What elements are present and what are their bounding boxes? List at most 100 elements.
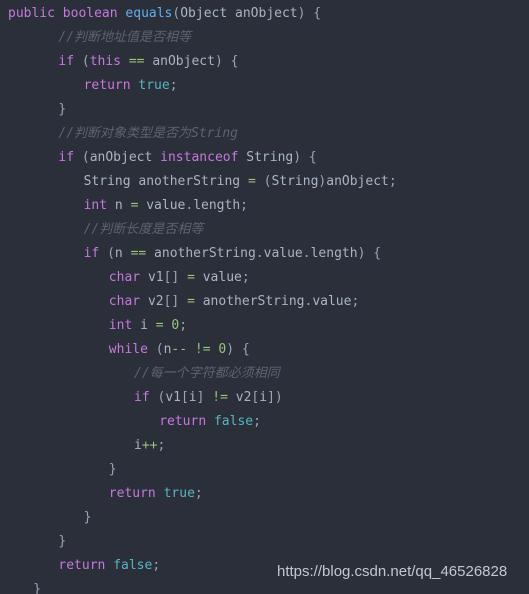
code-token-cmt: //判断长度是否相等 [83,222,204,237]
code-line: i++; [0,434,529,458]
code-token-var: anObject [235,6,298,21]
code-token-op: ++ [141,438,158,453]
code-token-var: n [114,246,123,261]
code-token-var [195,294,203,309]
code-token-punc: { [308,150,317,165]
code-token-punc: { [313,6,322,21]
code-token-var [140,294,148,309]
code-token-typ: String [271,174,319,189]
code-line: //判断地址值是否相等 [0,26,529,50]
code-token-var [227,6,235,21]
code-token-kw: boolean [62,6,118,21]
code-token-typ: String [83,174,131,189]
code-token-punc: ; [351,294,360,309]
code-token-kw: return [108,486,156,501]
code-token-var: anotherString [202,294,305,309]
code-token-var [156,486,164,501]
code-token-cmt: //判断对象类型是否为String [58,126,239,141]
code-token-punc: { [373,246,382,261]
code-token-var: anotherString [138,174,241,189]
code-token-var [140,270,148,285]
code-token-punc: } [33,582,42,594]
code-token-kw: if [58,150,75,165]
code-line: //判断对象类型是否为String [0,122,529,146]
code-token-punc: . [302,246,311,261]
code-line: char v1[] = value; [0,266,529,290]
code-token-op: = [187,294,195,309]
code-token-punc: ; [194,486,203,501]
code-token-typ: value [146,198,186,213]
code-token-var [105,558,113,573]
code-line: return true; [0,74,529,98]
code-token-var: anotherString [154,246,256,261]
code-token-var: value [263,246,303,261]
code-token-op: == [128,54,145,69]
code-line: return true; [0,482,529,506]
code-token-var: length [310,246,358,261]
code-token-kw: if [58,54,75,69]
code-token-var: v1 [147,270,164,285]
code-token-op: = [187,270,195,285]
code-token-lit: true [138,78,170,93]
code-token-var [107,198,115,213]
code-token-kw: instanceof [160,150,239,165]
code-token-op: != [194,342,211,357]
code-token-punc: ) [214,54,223,69]
code-token-var [228,390,236,405]
code-token-var: length [193,198,241,213]
code-token-op: != [212,390,228,405]
code-token-var [148,342,156,357]
code-token-kw: char [108,294,141,309]
code-token-punc: ; [179,318,188,333]
code-token-var [223,54,231,69]
code-token-kw: return [159,414,207,429]
code-token-punc: ) [226,342,235,357]
code-token-var [240,174,248,189]
code-line: if (anObject instanceof String) { [0,146,529,170]
code-token-kw: int [83,198,108,213]
code-token-var: anObject [326,174,389,189]
code-token-typ: value [312,294,352,309]
code-token-var [121,54,129,69]
code-token-var [179,270,187,285]
code-token-typ: value [202,270,242,285]
code-token-kw: int [108,318,133,333]
code-token-punc: ( [81,150,90,165]
code-token-kw: this [89,54,122,69]
code-token-punc: . [255,246,264,261]
code-token-var: i [140,318,148,333]
code-block: public boolean equals(Object anObject) {… [0,2,529,594]
code-line: while (n-- != 0) { [0,338,529,362]
code-token-var [123,198,131,213]
code-token-var: i [188,390,197,405]
code-token-var [301,150,309,165]
code-token-typ: Object [180,6,228,21]
code-token-punc: ; [253,414,261,429]
code-token-punc: ; [388,174,397,189]
code-token-punc: [] [163,294,180,309]
code-token-var: i [259,390,268,405]
code-line: //判断长度是否相等 [0,218,529,242]
code-token-var [123,246,131,261]
code-token-cmt: //判断地址值是否相等 [58,30,192,45]
code-token-lit: true [163,486,195,501]
code-token-var [132,318,140,333]
code-token-punc: { [241,342,250,357]
code-line: String anotherString = (String)anObject; [0,170,529,194]
code-token-var [152,150,160,165]
code-line: //每一个字符都必须相同 [0,362,529,386]
code-token-var: anObject [89,150,153,165]
code-token-var: i [134,438,142,453]
code-token-kw: while [108,342,148,357]
code-line: return false; [0,410,529,434]
code-token-var [234,342,242,357]
code-token-punc: } [108,462,117,477]
code-token-var: n [114,198,123,213]
code-token-op: = [247,174,256,189]
code-token-punc: ; [157,438,166,453]
code-token-var [195,270,203,285]
code-line: } [0,506,529,530]
code-token-var: v1 [165,390,181,405]
watermark-url: https://blog.csdn.net/qq_46526828 [277,563,508,580]
code-token-kw: if [134,390,150,405]
